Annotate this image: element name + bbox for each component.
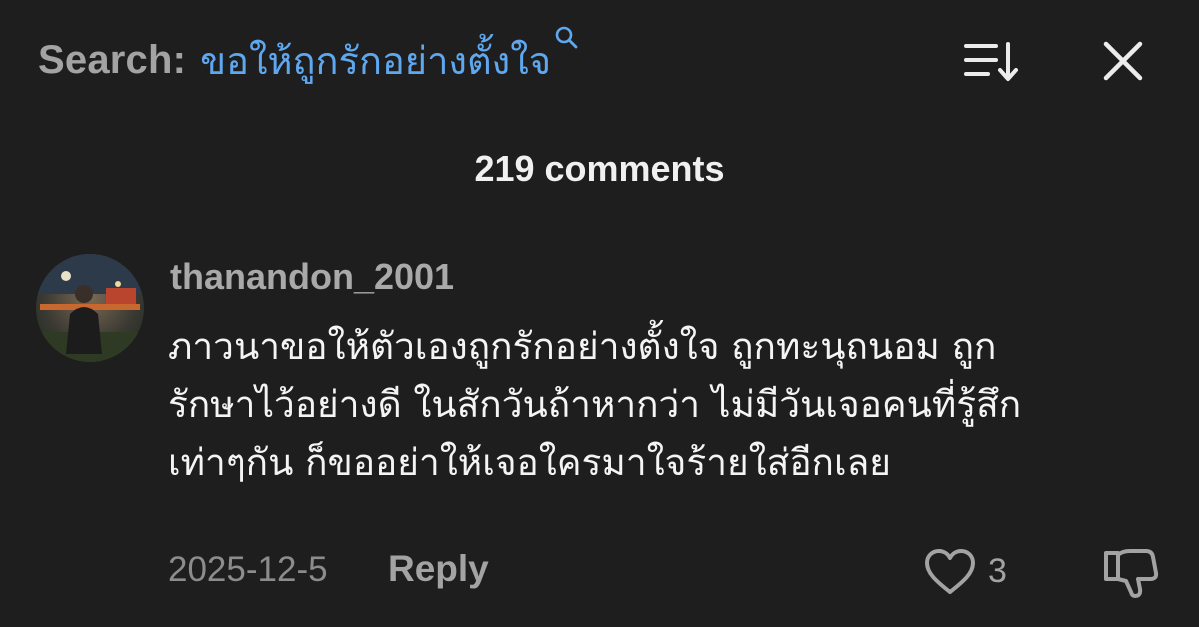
search-icon (555, 26, 578, 48)
comments-screen: Search: ขอให้ถูกรักอย่างตั้งใจ 219 comme… (0, 0, 1199, 627)
comment-count: 219 comments (474, 148, 725, 189)
comment-date: 2025-12-5 (168, 550, 328, 589)
comment-text: ภาวนาขอให้ตัวเองถูกรักอย่างตั้งใจ ถูกทะน… (168, 318, 1168, 492)
search-query-text: ขอให้ถูกรักอย่างตั้งใจ (200, 38, 552, 83)
search-prefix: Search: (38, 37, 187, 82)
comment-line: ภาวนาขอให้ตัวเองถูกรักอย่างตั้งใจ ถูกทะน… (168, 325, 997, 368)
avatar[interactable] (36, 254, 144, 362)
close-icon[interactable] (1098, 36, 1148, 86)
sort-icon[interactable] (960, 38, 1024, 86)
comment-line: เท่าๆกัน ก็ขออย่าให้เจอใครมาใจร้ายใส่อีก… (168, 441, 891, 484)
reply-button[interactable]: Reply (388, 548, 489, 590)
search-bar[interactable]: Search: ขอให้ถูกรักอย่างตั้งใจ (38, 26, 579, 91)
comment-username[interactable]: thanandon_2001 (170, 256, 454, 298)
like-count: 3 (988, 552, 1007, 590)
heart-icon[interactable] (922, 547, 978, 597)
search-query[interactable]: ขอให้ถูกรักอย่างตั้งใจ (200, 26, 579, 91)
comment-line: รักษาไว้อย่างดี ในสักวันถ้าหากว่า ไม่มีว… (168, 383, 1022, 426)
thumbs-down-icon[interactable] (1100, 545, 1160, 601)
